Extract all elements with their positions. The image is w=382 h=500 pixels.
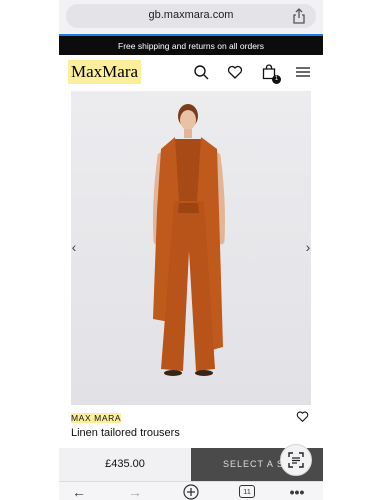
product-image[interactable] [71, 91, 311, 405]
right-margin [323, 0, 382, 500]
promo-banner: Free shipping and returns on all orders [59, 34, 323, 55]
address-field[interactable]: gb.maxmara.com [66, 4, 316, 28]
tabs-icon[interactable]: 11 [237, 484, 257, 499]
wishlist-heart-icon[interactable] [296, 410, 309, 423]
chevron-right-icon[interactable]: › [297, 236, 319, 258]
browser-toolbar: ← → 11 ••• [59, 481, 323, 500]
maxmara-logo[interactable]: MaxMara [68, 60, 142, 84]
plus-icon[interactable] [181, 483, 201, 500]
model-illustration [71, 91, 311, 405]
phone-screen: gb.maxmara.com Free shipping and returns… [59, 0, 323, 500]
search-icon[interactable] [193, 64, 209, 80]
bag-count-badge: 1 [272, 75, 281, 84]
more-icon[interactable]: ••• [287, 484, 307, 500]
back-icon[interactable]: ← [69, 484, 89, 500]
product-price: £435.00 [59, 448, 191, 481]
heart-icon[interactable] [227, 64, 243, 80]
forward-icon[interactable]: → [125, 484, 145, 500]
chevron-left-icon[interactable]: ‹ [63, 236, 85, 258]
site-header: MaxMara 1 [59, 55, 323, 91]
tabs-count: 11 [239, 485, 255, 498]
share-icon[interactable] [292, 8, 306, 24]
product-brand[interactable]: MAX MARA [71, 413, 122, 423]
bag-icon[interactable]: 1 [261, 64, 281, 84]
left-margin [0, 0, 59, 500]
browser-url-bar: gb.maxmara.com [59, 0, 323, 34]
lens-icon[interactable] [280, 444, 312, 476]
brand-label: MAX MARA [71, 413, 122, 423]
product-title: Linen tailored trousers [71, 427, 180, 439]
menu-icon[interactable] [295, 64, 311, 80]
url-text: gb.maxmara.com [148, 9, 234, 21]
